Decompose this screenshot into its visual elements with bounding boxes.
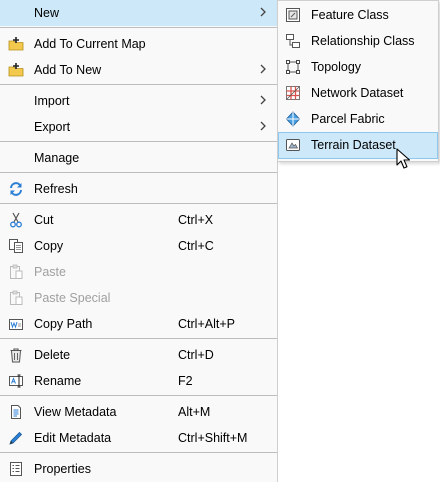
submenu-item-label: Feature Class bbox=[311, 8, 389, 22]
menu-item-label: Export bbox=[34, 120, 71, 134]
relationship-class-icon bbox=[285, 33, 301, 49]
chevron-right-icon bbox=[258, 5, 268, 22]
copy-path-icon bbox=[8, 316, 24, 332]
menu-item-delete[interactable]: Delete Ctrl+D bbox=[0, 342, 277, 368]
network-dataset-icon bbox=[285, 85, 301, 101]
menu-item-add-to-new[interactable]: Add To New bbox=[0, 57, 277, 83]
menu-separator bbox=[0, 395, 277, 396]
menu-item-label: Paste Special bbox=[34, 291, 111, 305]
submenu-item-topology[interactable]: Topology bbox=[279, 55, 437, 80]
menu-item-label: Refresh bbox=[34, 182, 78, 196]
menu-item-manage[interactable]: Manage bbox=[0, 145, 277, 171]
trash-icon bbox=[8, 347, 24, 363]
submenu-item-relationship-class[interactable]: Relationship Class bbox=[279, 29, 437, 54]
menu-item-label: New bbox=[34, 6, 60, 20]
menu-item-label: View Metadata bbox=[34, 405, 117, 419]
submenu-item-network-dataset[interactable]: Network Dataset bbox=[279, 81, 437, 106]
submenu-item-label: Terrain Dataset bbox=[311, 138, 396, 152]
submenu-item-parcel-fabric[interactable]: Parcel Fabric bbox=[279, 107, 437, 132]
menu-item-paste[interactable]: Paste bbox=[0, 259, 277, 285]
chevron-right-icon bbox=[258, 93, 268, 110]
menu-item-properties[interactable]: Properties bbox=[0, 456, 277, 482]
paste-special-icon bbox=[8, 290, 24, 306]
menu-item-label: Copy Path bbox=[34, 317, 93, 331]
menu-item-shortcut: Ctrl+X bbox=[178, 213, 214, 227]
menu-separator bbox=[0, 141, 277, 142]
menu-item-rename[interactable]: Rename F2 bbox=[0, 368, 277, 394]
chevron-right-icon bbox=[258, 62, 268, 79]
submenu-item-terrain-dataset[interactable]: Terrain Dataset bbox=[278, 132, 438, 159]
pencil-icon bbox=[8, 430, 24, 446]
menu-separator bbox=[0, 203, 277, 204]
menu-item-label: Paste bbox=[34, 265, 66, 279]
menu-item-label: Edit Metadata bbox=[34, 431, 112, 445]
menu-item-export[interactable]: Export bbox=[0, 114, 277, 140]
menu-item-new[interactable]: New bbox=[0, 0, 277, 26]
submenu-item-label: Relationship Class bbox=[311, 34, 415, 48]
menu-item-shortcut: Ctrl+C bbox=[178, 239, 214, 253]
add-data-icon bbox=[8, 36, 24, 52]
refresh-icon bbox=[8, 181, 24, 197]
paste-icon bbox=[8, 264, 24, 280]
new-submenu: Feature Class Relationship Class Topolog… bbox=[277, 0, 439, 162]
menu-item-view-metadata[interactable]: View Metadata Alt+M bbox=[0, 399, 277, 425]
menu-item-shortcut: F2 bbox=[178, 374, 193, 388]
menu-item-label: Copy bbox=[34, 239, 64, 253]
menu-separator bbox=[0, 27, 277, 28]
chevron-right-icon bbox=[258, 119, 268, 136]
menu-item-edit-metadata[interactable]: Edit Metadata Ctrl+Shift+M bbox=[0, 425, 277, 451]
context-menu: New Add To Current Map Add To New Import… bbox=[0, 0, 278, 482]
submenu-item-label: Topology bbox=[311, 60, 362, 74]
menu-item-paste-special[interactable]: Paste Special bbox=[0, 285, 277, 311]
menu-item-label: Manage bbox=[34, 151, 80, 165]
menu-item-label: Delete bbox=[34, 348, 71, 362]
menu-item-label: Properties bbox=[34, 462, 91, 476]
menu-separator bbox=[0, 338, 277, 339]
menu-item-label: Add To Current Map bbox=[34, 37, 146, 51]
menu-item-shortcut: Alt+M bbox=[178, 405, 211, 419]
parcel-fabric-icon bbox=[285, 111, 301, 127]
submenu-item-feature-class[interactable]: Feature Class bbox=[279, 3, 437, 28]
feature-class-icon bbox=[285, 7, 301, 23]
topology-icon bbox=[285, 59, 301, 75]
menu-separator bbox=[0, 172, 277, 173]
scissors-icon bbox=[8, 212, 24, 228]
metadata-document-icon bbox=[8, 404, 24, 420]
menu-item-copy-path[interactable]: Copy Path Ctrl+Alt+P bbox=[0, 311, 277, 337]
menu-item-label: Cut bbox=[34, 213, 54, 227]
menu-separator bbox=[0, 84, 277, 85]
menu-item-label: Import bbox=[34, 94, 70, 108]
menu-item-import[interactable]: Import bbox=[0, 88, 277, 114]
menu-item-cut[interactable]: Cut Ctrl+X bbox=[0, 207, 277, 233]
rename-icon bbox=[8, 373, 24, 389]
menu-item-shortcut: Ctrl+Alt+P bbox=[178, 317, 235, 331]
menu-separator bbox=[0, 452, 277, 453]
submenu-item-label: Parcel Fabric bbox=[311, 112, 385, 126]
menu-item-shortcut: Ctrl+Shift+M bbox=[178, 431, 248, 445]
add-data-icon bbox=[8, 62, 24, 78]
submenu-item-label: Network Dataset bbox=[311, 86, 404, 100]
menu-item-label: Rename bbox=[34, 374, 82, 388]
menu-item-add-to-current-map[interactable]: Add To Current Map bbox=[0, 31, 277, 57]
copy-icon bbox=[8, 238, 24, 254]
properties-icon bbox=[8, 461, 24, 477]
menu-item-label: Add To New bbox=[34, 63, 102, 77]
mouse-cursor-icon bbox=[396, 148, 412, 173]
menu-item-shortcut: Ctrl+D bbox=[178, 348, 214, 362]
menu-item-copy[interactable]: Copy Ctrl+C bbox=[0, 233, 277, 259]
menu-item-refresh[interactable]: Refresh bbox=[0, 176, 277, 202]
terrain-dataset-icon bbox=[285, 137, 301, 153]
